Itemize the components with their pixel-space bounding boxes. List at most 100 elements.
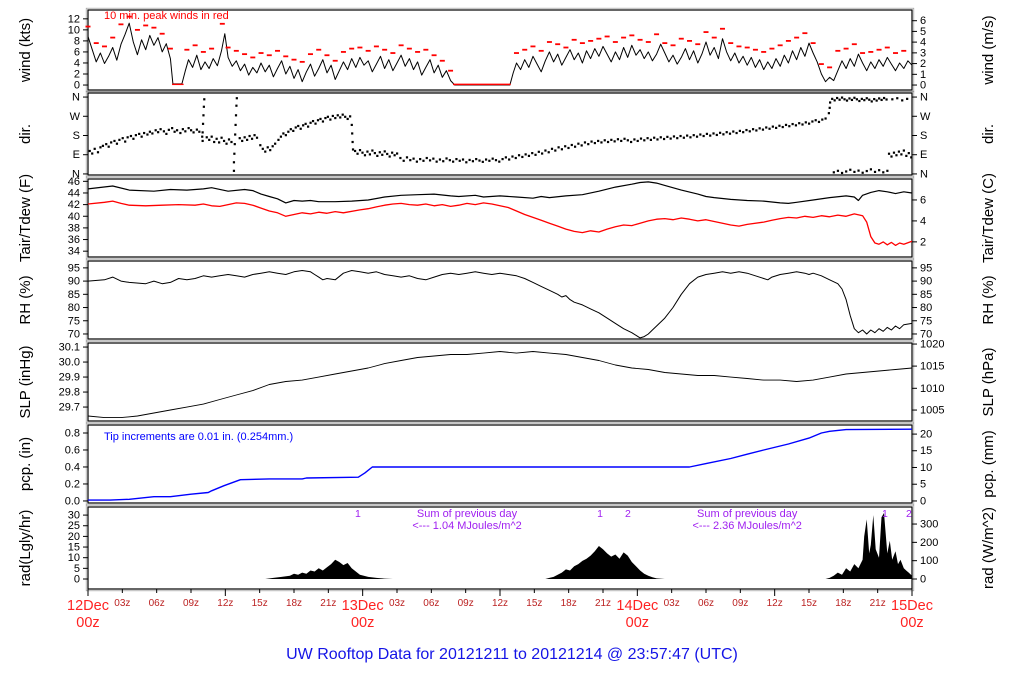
svg-text:2: 2	[74, 69, 80, 81]
rad-marker: 2	[625, 508, 631, 520]
svg-text:75: 75	[68, 315, 80, 327]
axis-title-left-pcp: pcp. (in)	[17, 437, 34, 491]
svg-text:2: 2	[920, 236, 926, 248]
svg-text:30: 30	[68, 510, 80, 522]
hour-label: 21z	[595, 598, 611, 609]
hour-label: 15z	[801, 598, 817, 609]
axis-title-right-dir: dir.	[980, 124, 997, 144]
hour-label: 12z	[767, 598, 783, 609]
svg-text:E: E	[73, 149, 80, 161]
series-wind	[85, 15, 913, 86]
axis-title-left-rad: rad(Lgly/hr)	[17, 510, 34, 587]
svg-text:8: 8	[74, 35, 80, 47]
svg-text:29.9: 29.9	[59, 372, 80, 384]
svg-text:4: 4	[920, 37, 926, 49]
axis-title-right-rad: rad (W/m^2)	[980, 507, 997, 589]
rad-sum-value: <--- 2.36 MJoules/m^2	[692, 520, 801, 532]
svg-text:100: 100	[920, 555, 938, 567]
svg-text:10: 10	[68, 552, 80, 564]
svg-text:85: 85	[920, 289, 932, 301]
svg-text:75: 75	[920, 315, 932, 327]
peak-winds-note: 10 min. peak winds in red	[104, 10, 229, 22]
svg-text:30.1: 30.1	[59, 342, 80, 354]
axis-title-left-tair: Tair/Tdew (F)	[17, 174, 34, 262]
panel-dir: NWSENNWSENdir. dir.	[17, 90, 997, 180]
svg-text:0.6: 0.6	[65, 444, 80, 456]
svg-text:0.4: 0.4	[65, 461, 80, 473]
svg-text:15: 15	[920, 445, 932, 457]
hour-label: 06z	[698, 598, 714, 609]
axis-title-right-slp: SLP (hPa)	[980, 348, 997, 417]
svg-text:95: 95	[920, 262, 932, 274]
rad-marker: 2	[906, 508, 912, 520]
svg-text:1: 1	[920, 69, 926, 81]
svg-text:W: W	[920, 111, 931, 123]
svg-text:0.0: 0.0	[65, 495, 80, 507]
svg-text:6: 6	[74, 46, 80, 58]
svg-text:S: S	[73, 130, 80, 142]
svg-text:85: 85	[68, 289, 80, 301]
hour-label: 18z	[561, 598, 577, 609]
svg-text:70: 70	[68, 328, 80, 340]
hour-label: 15z	[252, 598, 268, 609]
svg-text:0.2: 0.2	[65, 478, 80, 490]
axis-title-right-pcp: pcp. (mm)	[980, 430, 997, 498]
svg-text:34: 34	[68, 246, 80, 258]
tip-increments-note: Tip increments are 0.01 in. (0.254mm.)	[104, 431, 294, 443]
svg-text:0: 0	[920, 573, 926, 585]
day-label: 13Dec	[342, 598, 384, 614]
svg-text:4: 4	[74, 57, 80, 69]
svg-text:15: 15	[68, 542, 80, 554]
hour-label: 15z	[526, 598, 542, 609]
axis-title-left-slp: SLP (inHg)	[17, 345, 34, 418]
series-slp	[87, 351, 913, 419]
hour-label: 21z	[870, 598, 886, 609]
svg-text:29.8: 29.8	[59, 387, 80, 399]
hour-label: 03z	[664, 598, 680, 609]
svg-text:30.0: 30.0	[59, 357, 80, 369]
rad-marker: 1	[597, 508, 603, 520]
day-label: 14Dec	[616, 598, 658, 614]
svg-text:0: 0	[74, 80, 80, 92]
svg-text:300: 300	[920, 519, 938, 531]
axis-title-right-rh: RH (%)	[980, 275, 997, 324]
svg-text:1005: 1005	[920, 405, 944, 417]
svg-text:1010: 1010	[920, 383, 944, 395]
axis-title-left-rh: RH (%)	[17, 275, 34, 324]
rad-sum-note: Sum of previous day	[697, 508, 798, 520]
svg-text:4: 4	[920, 215, 926, 227]
chart-title: UW Rooftop Data for 20121211 to 20121214…	[286, 646, 738, 663]
meteogram-svg: 0246810120123456wind (kts) wind (m/s)NWSE…	[17, 7, 997, 631]
svg-text:W: W	[70, 111, 81, 123]
svg-text:42: 42	[68, 199, 80, 211]
svg-text:36: 36	[68, 234, 80, 246]
svg-text:0.8: 0.8	[65, 427, 80, 439]
axis-title-right-wind: wind (m/s)	[980, 15, 997, 85]
svg-text:12: 12	[68, 13, 80, 25]
svg-text:46: 46	[68, 176, 80, 188]
svg-text:20: 20	[68, 531, 80, 543]
hour-label: 06z	[423, 598, 439, 609]
svg-text:10: 10	[68, 24, 80, 36]
rad-sum-value: <--- 1.04 MJoules/m^2	[412, 520, 521, 532]
panel-slp: 29.7 29.8 29.9 30.0 30.1 1005 1010 1015 1020 SLP …	[17, 339, 997, 424]
x-axis-ticks: 03z 06z 09z 12z 15z 18z 21z 03z 06z 09z 12z 15z 18z 2…	[67, 589, 933, 631]
hour-label: 12z	[492, 598, 508, 609]
rad-marker: 1	[882, 508, 888, 520]
svg-text:90: 90	[920, 276, 932, 288]
panel-tair: 34363840424446246Tair/Tdew (F) Tair/Tdew …	[17, 173, 997, 263]
svg-text:80: 80	[920, 302, 932, 314]
svg-text:25: 25	[68, 520, 80, 532]
svg-text:6: 6	[920, 194, 926, 206]
hour-label: 21z	[320, 598, 336, 609]
svg-text:44: 44	[68, 187, 80, 199]
svg-text:N: N	[920, 168, 928, 180]
svg-text:10: 10	[920, 462, 932, 474]
axis-title-left-wind: wind (kts)	[17, 18, 34, 83]
panel-rh: 707580859095707580859095RH (%) RH (%)	[17, 258, 997, 342]
rad-sum-note: Sum of previous day	[417, 508, 518, 520]
svg-text:N: N	[72, 92, 80, 104]
svg-text:1020: 1020	[920, 339, 944, 351]
svg-text:38: 38	[68, 222, 80, 234]
day-sublabel: 00z	[626, 615, 649, 631]
